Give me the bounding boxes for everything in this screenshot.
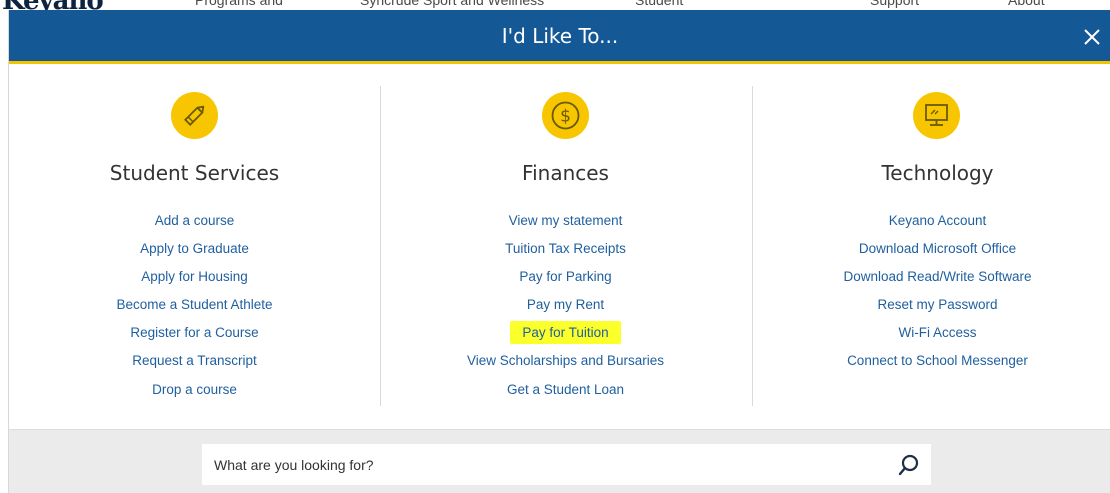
link-wifi-access[interactable]: Wi-Fi Access xyxy=(898,325,976,340)
column-student-services: Student Services Add a course Apply to G… xyxy=(9,67,380,429)
site-logo: Keyano xyxy=(2,0,104,10)
search-input[interactable] xyxy=(202,444,882,485)
link-view-statement[interactable]: View my statement xyxy=(509,213,623,228)
link-reset-password[interactable]: Reset my Password xyxy=(877,297,997,312)
id-like-to-modal: I'd Like To... Student Services Add a co… xyxy=(8,10,1110,493)
computer-monitor-icon xyxy=(913,92,960,139)
svg-text:$: $ xyxy=(560,107,571,127)
link-pay-for-parking[interactable]: Pay for Parking xyxy=(519,269,611,284)
link-list: View my statement Tuition Tax Receipts P… xyxy=(380,211,751,408)
link-tuition-tax-receipts[interactable]: Tuition Tax Receipts xyxy=(505,241,626,256)
link-connect-school-messenger[interactable]: Connect to School Messenger xyxy=(847,353,1028,368)
background-site-nav: Keyano Programs and Syncrude Sport and W… xyxy=(0,0,1110,10)
link-download-read-write[interactable]: Download Read/Write Software xyxy=(843,269,1031,284)
column-technology: Technology Keyano Account Download Micro… xyxy=(752,67,1110,429)
close-icon xyxy=(1084,29,1100,45)
column-finances: $ Finances View my statement Tuition Tax… xyxy=(380,67,751,429)
nav-item-about[interactable]: About xyxy=(1008,0,1045,8)
link-get-student-loan[interactable]: Get a Student Loan xyxy=(507,382,624,397)
column-title: Finances xyxy=(522,161,609,185)
link-list: Add a course Apply to Graduate Apply for… xyxy=(9,211,380,408)
link-add-a-course[interactable]: Add a course xyxy=(155,213,235,228)
link-list: Keyano Account Download Microsoft Office… xyxy=(752,211,1110,380)
link-become-student-athlete[interactable]: Become a Student Athlete xyxy=(116,297,272,312)
link-download-microsoft-office[interactable]: Download Microsoft Office xyxy=(859,241,1016,256)
search-bar-area xyxy=(9,429,1110,493)
link-request-transcript[interactable]: Request a Transcript xyxy=(132,353,257,368)
search-box xyxy=(202,444,931,485)
modal-title: I'd Like To... xyxy=(501,24,619,48)
pencil-icon xyxy=(171,92,218,139)
link-pay-for-tuition[interactable]: Pay for Tuition xyxy=(510,321,621,345)
nav-item-programs[interactable]: Programs and xyxy=(195,0,283,8)
quick-links-columns: Student Services Add a course Apply to G… xyxy=(9,67,1110,429)
link-view-scholarships-bursaries[interactable]: View Scholarships and Bursaries xyxy=(467,353,664,368)
dollar-coin-icon: $ xyxy=(542,92,589,139)
close-button[interactable] xyxy=(1077,14,1110,60)
search-button[interactable] xyxy=(895,451,923,479)
link-apply-to-graduate[interactable]: Apply to Graduate xyxy=(140,241,249,256)
nav-item-student[interactable]: Student xyxy=(635,0,683,8)
column-title: Student Services xyxy=(109,161,280,185)
page: Keyano Programs and Syncrude Sport and W… xyxy=(0,0,1110,493)
link-register-for-course[interactable]: Register for a Course xyxy=(130,325,258,340)
link-keyano-account[interactable]: Keyano Account xyxy=(889,213,987,228)
search-icon xyxy=(898,454,919,476)
modal-header: I'd Like To... xyxy=(9,10,1110,64)
link-drop-a-course[interactable]: Drop a course xyxy=(152,382,237,397)
nav-item-sport-wellness[interactable]: Syncrude Sport and Wellness xyxy=(360,0,544,8)
nav-item-support[interactable]: Support xyxy=(870,0,919,8)
link-pay-my-rent[interactable]: Pay my Rent xyxy=(527,297,604,312)
link-apply-for-housing[interactable]: Apply for Housing xyxy=(141,269,248,284)
column-title: Technology xyxy=(881,161,994,185)
